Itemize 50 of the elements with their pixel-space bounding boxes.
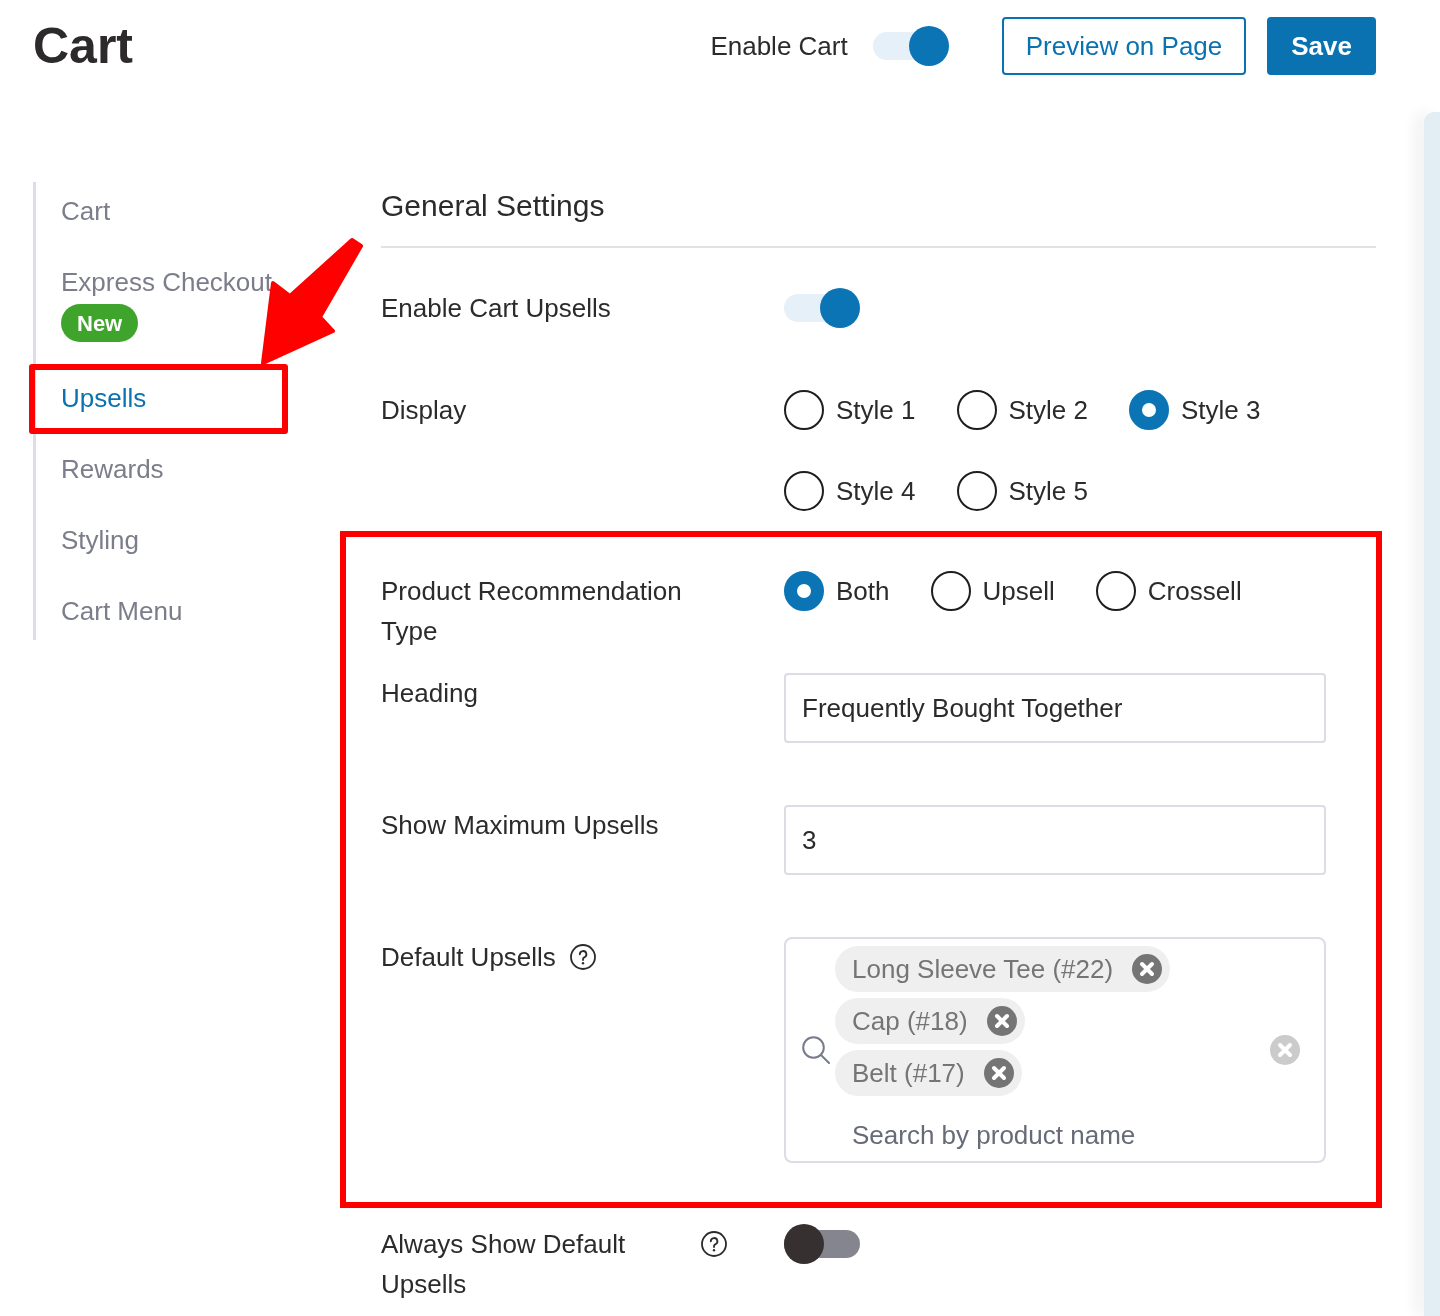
toggle-switch[interactable] [872, 26, 949, 66]
tag-label: Belt (#17) [852, 1056, 965, 1090]
sidebar-link[interactable]: Express Checkout [61, 267, 272, 297]
radio-label[interactable]: Style 3 [1181, 390, 1261, 430]
radio-label[interactable]: Style 2 [1008, 390, 1088, 430]
product-search-field[interactable]: Search by product name [835, 1115, 1270, 1155]
setting-label: Product Recommendation Type [381, 575, 683, 648]
radio-button[interactable] [1129, 390, 1169, 430]
radio-button[interactable] [930, 571, 971, 611]
radio-button[interactable] [1095, 571, 1136, 611]
toggle-switch[interactable] [784, 1224, 860, 1264]
remove-icon[interactable] [1132, 954, 1163, 984]
tag-label: Cap (#18) [852, 1004, 968, 1038]
new-badge: New [61, 304, 139, 342]
sidebar-link[interactable]: Cart [61, 196, 111, 226]
radio-label[interactable]: Style 1 [836, 390, 916, 430]
radio-button[interactable] [784, 471, 824, 511]
toggle-switch[interactable] [784, 288, 860, 328]
setting-label: Enable Cart Upsells [381, 292, 611, 325]
remove-icon[interactable] [986, 1006, 1017, 1036]
search-icon [802, 1036, 830, 1064]
text-input[interactable]: 3 [784, 805, 1326, 875]
radio-label[interactable]: Crossell [1147, 571, 1242, 611]
sidebar-link[interactable]: Rewards [61, 454, 164, 484]
radio-label[interactable]: Upsell [982, 571, 1055, 611]
radio-label[interactable]: Style 5 [1008, 471, 1088, 511]
sidebar-link[interactable]: Upsells [61, 383, 147, 413]
radio-label[interactable]: Both [836, 571, 890, 611]
help-icon[interactable] [569, 944, 596, 970]
page-title: Cart [33, 21, 134, 71]
radio-button[interactable] [784, 390, 824, 430]
setting-label: Show Maximum Upsells [381, 809, 659, 842]
toggle-label: Enable Cart [710, 29, 848, 63]
sidebar-link[interactable]: Cart Menu [61, 596, 183, 626]
radio-label[interactable]: Style 4 [836, 471, 916, 511]
radio-button[interactable] [956, 390, 997, 430]
radio-button[interactable] [956, 471, 997, 511]
setting-label: Default Upsells [381, 941, 556, 974]
remove-icon[interactable] [983, 1058, 1014, 1088]
section-title: General Settings [381, 188, 606, 224]
setting-label: Heading [381, 677, 478, 710]
setting-label: Always Show Default Upsells [381, 1228, 627, 1301]
sidebar-link[interactable]: Styling [61, 525, 140, 555]
help-icon[interactable] [701, 1231, 727, 1257]
save-button[interactable]: Save [1267, 17, 1376, 75]
radio-button[interactable] [784, 571, 824, 611]
text-input[interactable]: Frequently Bought Together [784, 673, 1326, 743]
preview-button[interactable]: Preview on Page [1001, 17, 1247, 75]
setting-label: Display [381, 394, 467, 427]
tag-label: Long Sleeve Tee (#22) [852, 952, 1114, 986]
